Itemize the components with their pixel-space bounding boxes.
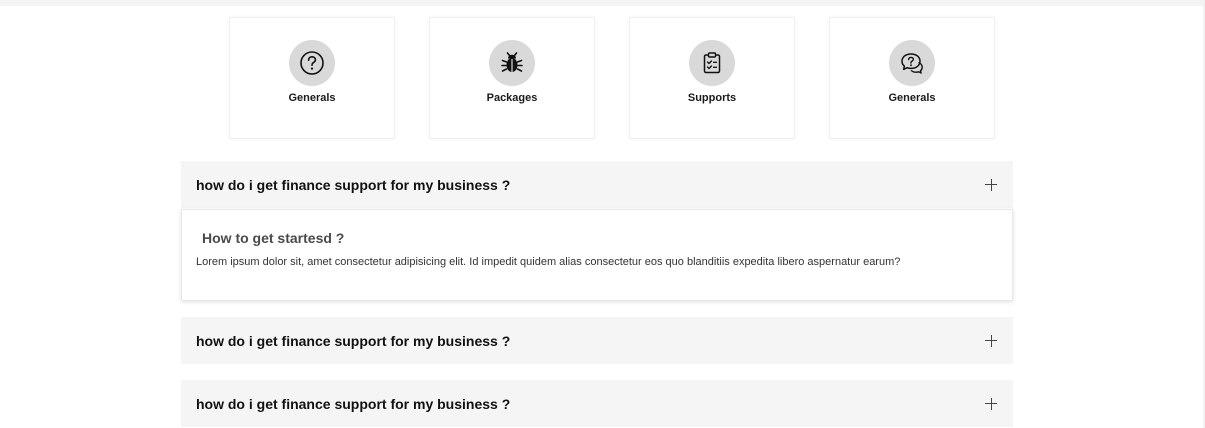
chat-question-icon xyxy=(889,40,935,86)
category-card-generals[interactable]: Generals xyxy=(229,17,395,139)
question-circle-icon xyxy=(289,40,335,86)
category-label: Supports xyxy=(687,92,737,104)
faq-question: how do i get finance support for my busi… xyxy=(196,395,511,412)
category-cards: Generals Packages Supports Generals xyxy=(229,17,996,139)
faq-item: how do i get finance support for my busi… xyxy=(181,380,1013,427)
faq-answer-title: How to get startesd ? xyxy=(202,230,345,246)
faq-question: how do i get finance support for my busi… xyxy=(196,332,511,349)
category-card-packages[interactable]: Packages xyxy=(429,17,595,139)
bug-icon xyxy=(489,40,535,86)
clipboard-check-icon xyxy=(689,40,735,86)
faq-item: how do i get finance support for my busi… xyxy=(181,317,1013,364)
category-label: Packages xyxy=(486,92,538,104)
category-card-supports[interactable]: Supports xyxy=(629,17,795,139)
plus-icon[interactable] xyxy=(985,178,997,191)
faq-item: how do i get finance support for my busi… xyxy=(181,161,1013,208)
plus-icon[interactable] xyxy=(985,397,997,410)
category-card-generals-2[interactable]: Generals xyxy=(829,17,995,139)
faq-toggle[interactable]: how do i get finance support for my busi… xyxy=(181,380,1013,427)
faq-toggle[interactable]: how do i get finance support for my busi… xyxy=(181,317,1013,364)
top-bar xyxy=(0,0,1205,6)
faq-answer-text: Lorem ipsum dolor sit, amet consectetur … xyxy=(196,256,901,268)
faq-toggle[interactable]: how do i get finance support for my busi… xyxy=(181,161,1013,208)
faq-question: how do i get finance support for my busi… xyxy=(196,176,511,193)
category-label: Generals xyxy=(288,92,336,104)
category-label: Generals xyxy=(888,92,936,104)
faq-answer-panel: How to get startesd ? Lorem ipsum dolor … xyxy=(181,209,1013,301)
plus-icon[interactable] xyxy=(985,334,997,347)
